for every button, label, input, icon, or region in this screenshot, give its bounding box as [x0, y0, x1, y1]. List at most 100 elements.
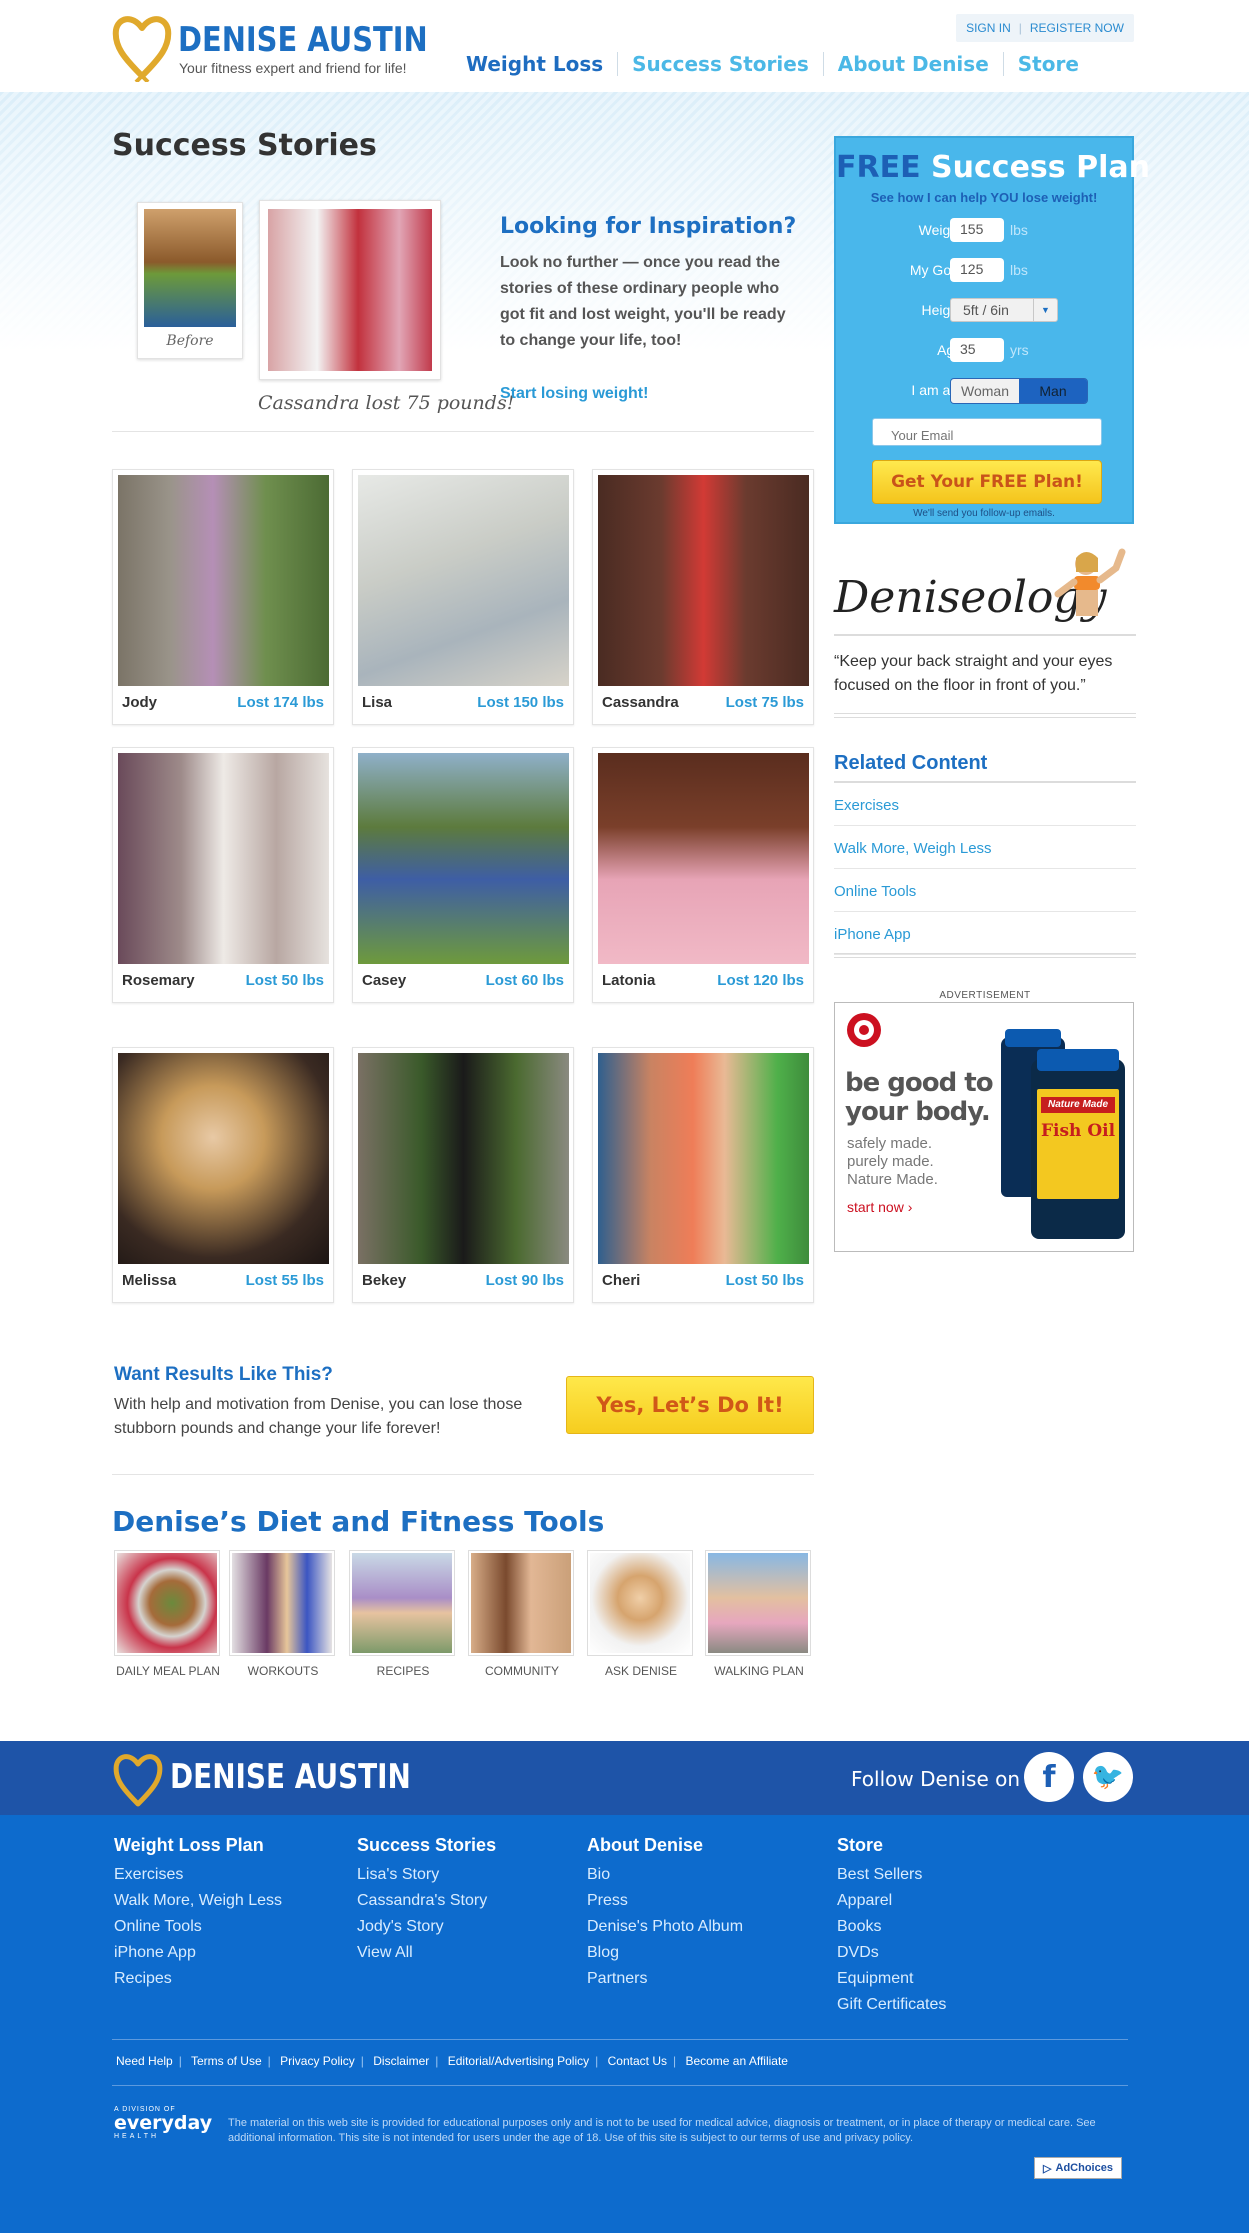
footer-link[interactable]: Lisa's Story — [357, 1862, 496, 1888]
footer-link[interactable]: Denise's Photo Album — [587, 1914, 743, 1940]
nav-weight-loss[interactable]: Weight Loss — [446, 52, 617, 76]
email-field[interactable] — [872, 418, 1102, 446]
story-weight-lost: Lost 75 lbs — [725, 694, 804, 711]
footer-link[interactable]: Cassandra's Story — [357, 1888, 496, 1914]
footer-link[interactable]: iPhone App — [114, 1940, 282, 1966]
start-losing-weight-link[interactable]: Start losing weight! — [500, 385, 648, 403]
story-photo — [118, 753, 329, 964]
twitter-icon[interactable]: 🐦 — [1083, 1752, 1133, 1802]
nav-success-stories[interactable]: Success Stories — [617, 52, 823, 76]
story-name: Melissa — [122, 1272, 177, 1289]
tool-walking-plan[interactable]: WALKING PLAN — [705, 1550, 813, 1678]
tool-thumbnail — [229, 1550, 335, 1656]
everyday-health-text: HEALTH — [114, 2133, 160, 2140]
footer-link[interactable]: View All — [357, 1940, 496, 1966]
register-link[interactable]: REGISTER NOW — [1030, 21, 1124, 35]
footer-link[interactable]: DVDs — [837, 1940, 946, 1966]
age-row: Age 35 yrs — [836, 338, 1132, 364]
story-card[interactable]: Casey Lost 60 lbs — [352, 747, 574, 1003]
footer-link[interactable]: Bio — [587, 1862, 743, 1888]
footer-column-weight-loss: Weight Loss Plan Exercises Walk More, We… — [114, 1835, 282, 1992]
related-link[interactable]: Online Tools — [834, 869, 1136, 912]
story-card[interactable]: Latonia Lost 120 lbs — [592, 747, 814, 1003]
follow-label: Follow Denise on — [851, 1767, 1021, 1791]
sign-in-link[interactable]: SIGN IN — [966, 21, 1011, 35]
footer-column-heading[interactable]: Success Stories — [357, 1835, 496, 1856]
ad-start-now-link[interactable]: start now › — [847, 1199, 912, 1215]
get-free-plan-button[interactable]: Get Your FREE Plan! — [872, 460, 1102, 504]
story-card[interactable]: Rosemary Lost 50 lbs — [112, 747, 334, 1003]
adchoices-badge[interactable]: ▷ AdChoices — [1034, 2157, 1122, 2179]
before-image — [144, 209, 236, 327]
advertisement[interactable]: be good to your body. safely made. purel… — [834, 1002, 1134, 1252]
footer-column-heading[interactable]: About Denise — [587, 1835, 743, 1856]
terms-link[interactable]: Terms of Use — [191, 2054, 262, 2068]
footer-link[interactable]: Blog — [587, 1940, 743, 1966]
footer-link[interactable]: Walk More, Weigh Less — [114, 1888, 282, 1914]
divider — [834, 634, 1136, 636]
age-input[interactable]: 35 — [950, 338, 1004, 362]
footer-link[interactable]: Press — [587, 1888, 743, 1914]
related-link[interactable]: iPhone App — [834, 912, 1136, 955]
adchoices-label: AdChoices — [1055, 2162, 1113, 2174]
footer-link[interactable]: Apparel — [837, 1888, 946, 1914]
chevron-down-icon[interactable]: ▼ — [1033, 299, 1057, 321]
after-photo[interactable] — [259, 200, 441, 380]
lets-do-it-button[interactable]: Yes, Let’s Do It! — [566, 1376, 814, 1434]
footer-link[interactable]: Equipment — [837, 1966, 946, 1992]
site-logo[interactable]: DENISE AUSTIN Your fitness expert and fr… — [112, 10, 432, 82]
story-weight-lost: Lost 50 lbs — [725, 1272, 804, 1289]
gender-man-option[interactable]: Man — [1019, 379, 1087, 403]
editorial-policy-link[interactable]: Editorial/Advertising Policy — [448, 2054, 589, 2068]
story-card[interactable]: Cassandra Lost 75 lbs — [592, 469, 814, 725]
gender-woman-option[interactable]: Woman — [951, 379, 1019, 403]
everyday-health-logo[interactable]: A DIVISION OF everyday HEALTH — [114, 2106, 214, 2150]
story-card[interactable]: Jody Lost 174 lbs — [112, 469, 334, 725]
facebook-icon[interactable]: f — [1024, 1752, 1074, 1802]
footer-brand-name[interactable]: DENISE AUSTIN — [170, 1757, 411, 1797]
nav-store[interactable]: Store — [1002, 52, 1093, 76]
story-card[interactable]: Lisa Lost 150 lbs — [352, 469, 574, 725]
free-success-plan-widget: FREE Success Plan See how I can help YOU… — [834, 136, 1150, 524]
ad-subtext: safely made. purely made. Nature Made. — [847, 1135, 938, 1188]
height-select[interactable]: 5ft / 6in ▼ — [950, 298, 1058, 322]
footer-link[interactable]: Gift Certificates — [837, 1992, 946, 2018]
related-link[interactable]: Exercises — [834, 783, 1136, 826]
story-card[interactable]: Melissa Lost 55 lbs — [112, 1047, 334, 1303]
legal-links: Need Help | Terms of Use | Privacy Policy |… — [116, 2054, 788, 2068]
nav-about-denise[interactable]: About Denise — [822, 52, 1003, 76]
story-name: Bekey — [362, 1272, 407, 1289]
affiliate-link[interactable]: Become an Affiliate — [685, 2054, 788, 2068]
footer-column-heading[interactable]: Store — [837, 1835, 946, 1856]
tool-recipes[interactable]: RECIPES — [349, 1550, 457, 1678]
tool-workouts[interactable]: WORKOUTS — [229, 1550, 337, 1678]
story-card[interactable]: Cheri Lost 50 lbs — [592, 1047, 814, 1303]
fish-oil-bottle-image: Nature Made Fish Oil — [1031, 1049, 1125, 1239]
weight-input[interactable]: 155 — [950, 218, 1004, 242]
footer-link[interactable]: Partners — [587, 1966, 743, 1992]
story-card[interactable]: Bekey Lost 90 lbs — [352, 1047, 574, 1303]
contact-link[interactable]: Contact Us — [608, 2054, 667, 2068]
related-link[interactable]: Walk More, Weigh Less — [834, 826, 1136, 869]
tool-ask-denise[interactable]: ASK DENISE — [587, 1550, 695, 1678]
footer-column-heading[interactable]: Weight Loss Plan — [114, 1835, 282, 1856]
tool-daily-meal-plan[interactable]: DAILY MEAL PLAN — [114, 1550, 222, 1678]
footer-link[interactable]: Best Sellers — [837, 1862, 946, 1888]
after-image — [268, 209, 432, 371]
footer-link[interactable]: Jody's Story — [357, 1914, 496, 1940]
target-logo-icon — [847, 1013, 881, 1047]
goal-unit: lbs — [1010, 262, 1028, 278]
footer-link[interactable]: Exercises — [114, 1862, 282, 1888]
goal-input[interactable]: 125 — [950, 258, 1004, 282]
footer-link[interactable]: Online Tools — [114, 1914, 282, 1940]
tool-community[interactable]: COMMUNITY — [468, 1550, 576, 1678]
disclaimer-link[interactable]: Disclaimer — [373, 2054, 429, 2068]
goal-row: My Goal 125 lbs — [836, 258, 1132, 284]
divider — [834, 713, 1136, 718]
before-caption: Before — [166, 333, 214, 349]
footer-link[interactable]: Books — [837, 1914, 946, 1940]
divider: | — [1018, 21, 1022, 35]
need-help-link[interactable]: Need Help — [116, 2054, 173, 2068]
footer-link[interactable]: Recipes — [114, 1966, 282, 1992]
privacy-link[interactable]: Privacy Policy — [280, 2054, 355, 2068]
